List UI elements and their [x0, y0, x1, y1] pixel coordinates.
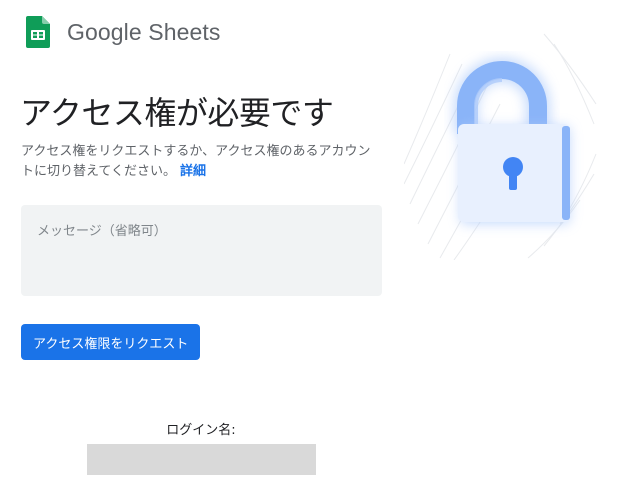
google-sheets-logo[interactable]: Google Sheets	[26, 16, 220, 48]
request-access-button[interactable]: アクセス権限をリクエスト	[21, 324, 201, 360]
login-name-value	[87, 444, 316, 475]
details-link[interactable]: 詳細	[180, 164, 206, 179]
product-name: Google Sheets	[67, 18, 221, 45]
access-description: アクセス権をリクエストするか、アクセス権のあるアカウントに切り替えてください。詳…	[21, 142, 383, 182]
login-name-label: ログイン名:	[166, 423, 236, 438]
message-input[interactable]	[21, 205, 382, 296]
padlock-icon	[404, 33, 597, 260]
google-sheets-logo-icon	[26, 16, 50, 48]
page-title: アクセス権が必要です	[20, 94, 334, 132]
